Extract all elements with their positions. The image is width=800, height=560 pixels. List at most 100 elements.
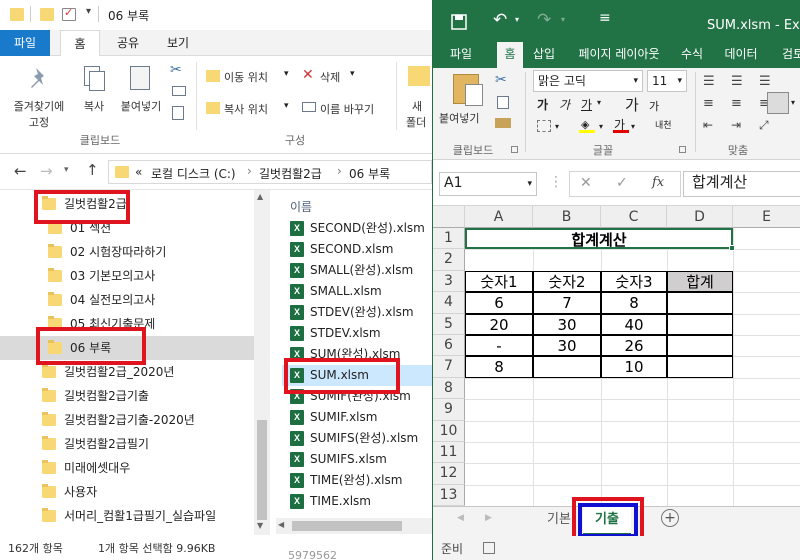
tree-item[interactable]: 04 실전모의고사 [0,288,262,312]
tree-scrollbar[interactable]: ▲ ▼ [254,190,270,535]
file-item[interactable]: X TIME.xlsm [282,491,432,512]
data-cell[interactable]: 8 [465,356,533,378]
delete-button[interactable]: ✕ 삭제 ▾ [300,66,360,86]
breadcrumb-gilbut[interactable]: 길벗컴활2급 [259,165,322,182]
worksheet-grid[interactable]: A B C D E 1 2 3 4 5 6 7 8 9 10 11 12 13 합계계산 숫자1 숫자2 숫자3 합계 6 7 8… [433,206,800,508]
file-item[interactable]: X SUMIFS(완성).xlsm [282,428,432,449]
file-item[interactable]: X STDEV(완성).xlsm [282,302,432,323]
chevron-down-icon[interactable]: ▾ [561,15,565,24]
tree-item[interactable]: 사용자 [0,480,262,504]
column-header[interactable]: B [533,206,601,228]
underline-button[interactable]: 가 [581,96,592,113]
data-cell[interactable]: 8 [601,292,667,314]
data-cell[interactable] [667,313,733,335]
file-item[interactable]: X STDEV.xlsm [282,323,432,344]
tree-item[interactable]: 02 시험장따라하기 [0,240,262,264]
row-header[interactable]: 3 [433,270,465,293]
data-cell[interactable]: 26 [601,335,667,357]
chevron-down-icon[interactable]: ▾ [791,98,795,107]
column-header[interactable]: E [733,206,800,228]
tab-page-layout[interactable]: 페이지 레이아웃 [569,42,669,68]
align-left-icon[interactable]: ≡ [703,96,714,111]
tree-item[interactable]: 길벗컴활2급기출-2020년 [0,408,262,432]
tree-item[interactable]: 길벗컴활2급필기 [0,432,262,456]
paste-shortcut-icon[interactable] [172,106,184,120]
tab-home[interactable]: 홈 [60,30,100,57]
copy-icon[interactable] [497,96,509,109]
paste-button[interactable]: 붙여넣기 [114,60,164,128]
header-cell[interactable]: 숫자2 [533,270,601,293]
data-cell[interactable]: 20 [465,313,533,335]
align-center-icon[interactable]: ≡ [731,96,742,111]
align-top-icon[interactable]: ☰ [703,74,715,89]
row-header[interactable]: 11 [433,442,465,464]
chevron-down-icon[interactable]: ▾ [515,15,519,24]
tab-review[interactable]: 검토 [773,42,800,68]
move-to-button[interactable]: 이동 위치 ▾ [204,66,294,86]
chevron-down-icon[interactable]: ▾ [599,122,603,131]
data-cell[interactable]: 10 [601,356,667,378]
redo-icon[interactable]: ↷ [537,10,551,30]
increase-indent-icon[interactable]: ⇥ [731,118,741,132]
file-item[interactable]: X SECOND.xlsm [282,239,432,260]
align-bottom-icon[interactable]: ☰ [759,74,771,89]
undo-icon[interactable]: ↶ [493,10,507,30]
row-header[interactable]: 1 [433,228,465,250]
copy-button[interactable]: 복사 [76,60,112,128]
chevron-down-icon[interactable]: ▾ [597,98,601,107]
cut-icon[interactable]: ✂ [495,72,507,88]
column-header-name[interactable]: 이름 [290,198,312,215]
fill-color-button[interactable]: ◈ [579,118,595,133]
tab-data[interactable]: 데이터 [721,42,761,68]
data-cell[interactable]: 30 [533,313,601,335]
tree-item[interactable]: 미래에셋대우 [0,456,262,480]
scroll-thumb[interactable] [257,420,267,520]
row-header[interactable]: 5 [433,313,465,335]
italic-button[interactable]: 가 [559,96,570,113]
data-cell[interactable]: - [465,335,533,357]
merge-center-button[interactable] [767,92,789,114]
data-cell[interactable] [667,356,733,378]
pin-to-quick-access-button[interactable]: 즐겨찾기에 고정 [4,60,72,129]
tree-item[interactable]: 길벗컴활2급기출 [0,384,262,408]
list-hscrollbar[interactable]: ◀ [276,518,432,534]
scroll-left-icon[interactable]: ◀ [278,520,284,529]
fill-handle[interactable] [729,245,735,252]
data-cell[interactable] [667,292,733,314]
data-cell[interactable] [533,356,601,378]
scroll-left-icon[interactable]: ◀ [457,513,464,523]
bold-button[interactable]: 가 [537,96,548,113]
align-middle-icon[interactable]: ☰ [731,74,743,89]
cancel-icon[interactable]: ✕ [580,175,592,191]
copy-path-icon[interactable] [172,86,186,96]
row-header[interactable]: 6 [433,335,465,357]
header-cell[interactable]: 숫자3 [601,270,667,293]
address-box[interactable]: « 로컬 디스크 (C:) › 길벗컴활2급 › 06 부록 [108,160,432,184]
row-header[interactable]: 10 [433,420,465,442]
chevron-down-icon[interactable]: ▾ [631,122,635,131]
decrease-indent-icon[interactable]: ⇤ [703,118,713,132]
copy-to-button[interactable]: 복사 위치 ▾ [204,98,294,118]
paste-button[interactable]: 붙여넣기 [439,72,493,136]
tab-file[interactable]: 파일 [443,42,479,68]
up-arrow-icon[interactable]: ↑ [86,161,99,179]
header-cell[interactable]: 숫자1 [465,270,533,293]
format-painter-icon[interactable] [495,118,511,128]
new-folder-button[interactable]: 새 폴더 [402,60,432,129]
row-header[interactable]: 7 [433,356,465,378]
name-box[interactable]: A1 ▾ [439,172,537,196]
font-name-select[interactable]: 맑은 고딕 ▾ [533,70,643,92]
tab-share[interactable]: 공유 [108,30,148,56]
tab-home[interactable]: 홈 [497,42,523,68]
scroll-down-icon[interactable]: ▼ [257,521,263,530]
file-item[interactable]: X SUMIF.xlsm [282,407,432,428]
tab-file[interactable]: 파일 [0,30,50,56]
column-header[interactable]: D [667,206,733,228]
file-item[interactable]: X SMALL.xlsm [282,281,432,302]
scroll-thumb[interactable] [292,521,402,531]
data-cell[interactable]: 6 [465,292,533,314]
recent-locations-icon[interactable]: ▾ [64,165,69,175]
row-header[interactable]: 12 [433,463,465,485]
column-header[interactable]: A [465,206,533,228]
shrink-font-button[interactable]: 가 [649,98,659,114]
